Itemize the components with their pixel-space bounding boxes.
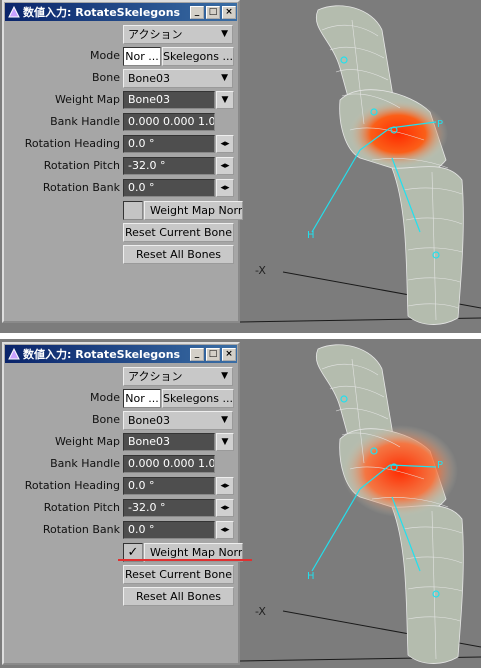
action-dropdown[interactable]: アクション ▼ (123, 367, 233, 386)
rotation-heading-label: Rotation Heading (24, 137, 120, 150)
heading-handle-label[interactable]: H (307, 230, 315, 241)
reset-all-bones-button[interactable]: Reset All Bones (123, 587, 234, 606)
window-title: 数値入力: RotateSkelegons (23, 348, 181, 361)
action-dropdown[interactable]: アクション ▼ (123, 25, 233, 44)
checkmark-icon: ✓ (127, 545, 139, 560)
reset-all-bones-button[interactable]: Reset All Bones (123, 245, 234, 264)
bank-handle-label: Bank Handle (50, 457, 120, 470)
pitch-handle-label[interactable]: P (437, 460, 443, 471)
bank-handle-label: Bank Handle (50, 115, 120, 128)
rotation-bank-label: Rotation Bank (42, 181, 120, 194)
bone-dropdown-value: Bone03 (128, 72, 171, 85)
heading-handle-label[interactable]: H (307, 571, 315, 582)
rotation-pitch-label: Rotation Pitch (43, 501, 120, 514)
left-right-arrows-icon[interactable]: ◂▸ (216, 477, 234, 495)
action-dropdown-label: アクション (128, 28, 183, 41)
bank-handle-field[interactable]: 0.000 0.000 1.0 (123, 113, 215, 131)
highlight-underline (118, 559, 252, 561)
maximize-button[interactable]: □ (206, 5, 220, 19)
lightwave-icon (7, 347, 21, 361)
left-right-arrows-icon[interactable]: ◂▸ (216, 499, 234, 517)
close-button[interactable]: × (222, 347, 236, 361)
action-dropdown-label: アクション (128, 370, 183, 383)
mode-normal-button[interactable]: Nor ... (123, 47, 161, 66)
rotation-heading-field[interactable]: 0.0 ° (123, 135, 215, 153)
triangle-down-icon[interactable]: ▼ (216, 91, 234, 109)
weight-map-label: Weight Map (54, 93, 120, 106)
mode-skelegons-button[interactable]: Skelegons ... (162, 389, 234, 408)
bone-dropdown[interactable]: Bone03 ▼ (123, 411, 233, 430)
numeric-panel-bottom: 数値入力: RotateSkelegons _ □ × アクション ▼ Mode… (2, 342, 243, 665)
reset-current-bone-button[interactable]: Reset Current Bone (123, 565, 234, 584)
mode-label: Mode (90, 391, 120, 404)
weight-map-normalize-label[interactable]: Weight Map Norma (144, 201, 243, 220)
left-right-arrows-icon[interactable]: ◂▸ (216, 135, 234, 153)
triangle-down-icon: ▼ (221, 29, 228, 39)
numeric-panel-top: 数値入力: RotateSkelegons _ □ × アクション ▼ Mode… (2, 0, 243, 323)
rotation-bank-field[interactable]: 0.0 ° (123, 179, 215, 197)
lightwave-icon (7, 5, 21, 19)
maximize-button[interactable]: □ (206, 347, 220, 361)
rotation-bank-field[interactable]: 0.0 ° (123, 521, 215, 539)
reset-current-bone-button[interactable]: Reset Current Bone (123, 223, 234, 242)
rotation-heading-label: Rotation Heading (24, 479, 120, 492)
weight-map-normalize-checkbox[interactable] (123, 201, 143, 220)
triangle-down-icon[interactable]: ▼ (216, 433, 234, 451)
pitch-handle-label[interactable]: P (437, 119, 443, 130)
left-right-arrows-icon[interactable]: ◂▸ (216, 157, 234, 175)
axis-label: -X (255, 605, 266, 618)
mode-label: Mode (90, 49, 120, 62)
mode-normal-button[interactable]: Nor ... (123, 389, 161, 408)
rotation-pitch-field[interactable]: -32.0 ° (123, 499, 215, 517)
weight-map-field[interactable]: Bone03 (123, 91, 215, 109)
left-right-arrows-icon[interactable]: ◂▸ (216, 179, 234, 197)
triangle-down-icon: ▼ (221, 371, 228, 381)
triangle-down-icon: ▼ (221, 73, 228, 83)
bank-handle-field[interactable]: 0.000 0.000 1.0 (123, 455, 215, 473)
bone-dropdown[interactable]: Bone03 ▼ (123, 69, 233, 88)
bone-label: Bone (91, 71, 120, 84)
title-bar[interactable]: 数値入力: RotateSkelegons _ □ × (5, 3, 237, 21)
rotation-pitch-field[interactable]: -32.0 ° (123, 157, 215, 175)
axis-label: -X (255, 264, 266, 277)
rotation-pitch-label: Rotation Pitch (43, 159, 120, 172)
close-button[interactable]: × (222, 5, 236, 19)
minimize-button[interactable]: _ (190, 347, 204, 361)
title-bar[interactable]: 数値入力: RotateSkelegons _ □ × (5, 345, 237, 363)
minimize-button[interactable]: _ (190, 5, 204, 19)
mode-skelegons-button[interactable]: Skelegons ... (162, 47, 234, 66)
window-title: 数値入力: RotateSkelegons (23, 6, 181, 19)
bone-dropdown-value: Bone03 (128, 414, 171, 427)
triangle-down-icon: ▼ (221, 415, 228, 425)
rotation-heading-field[interactable]: 0.0 ° (123, 477, 215, 495)
weight-map-field[interactable]: Bone03 (123, 433, 215, 451)
bone-label: Bone (91, 413, 120, 426)
rotation-bank-label: Rotation Bank (42, 523, 120, 536)
weight-map-label: Weight Map (54, 435, 120, 448)
left-right-arrows-icon[interactable]: ◂▸ (216, 521, 234, 539)
